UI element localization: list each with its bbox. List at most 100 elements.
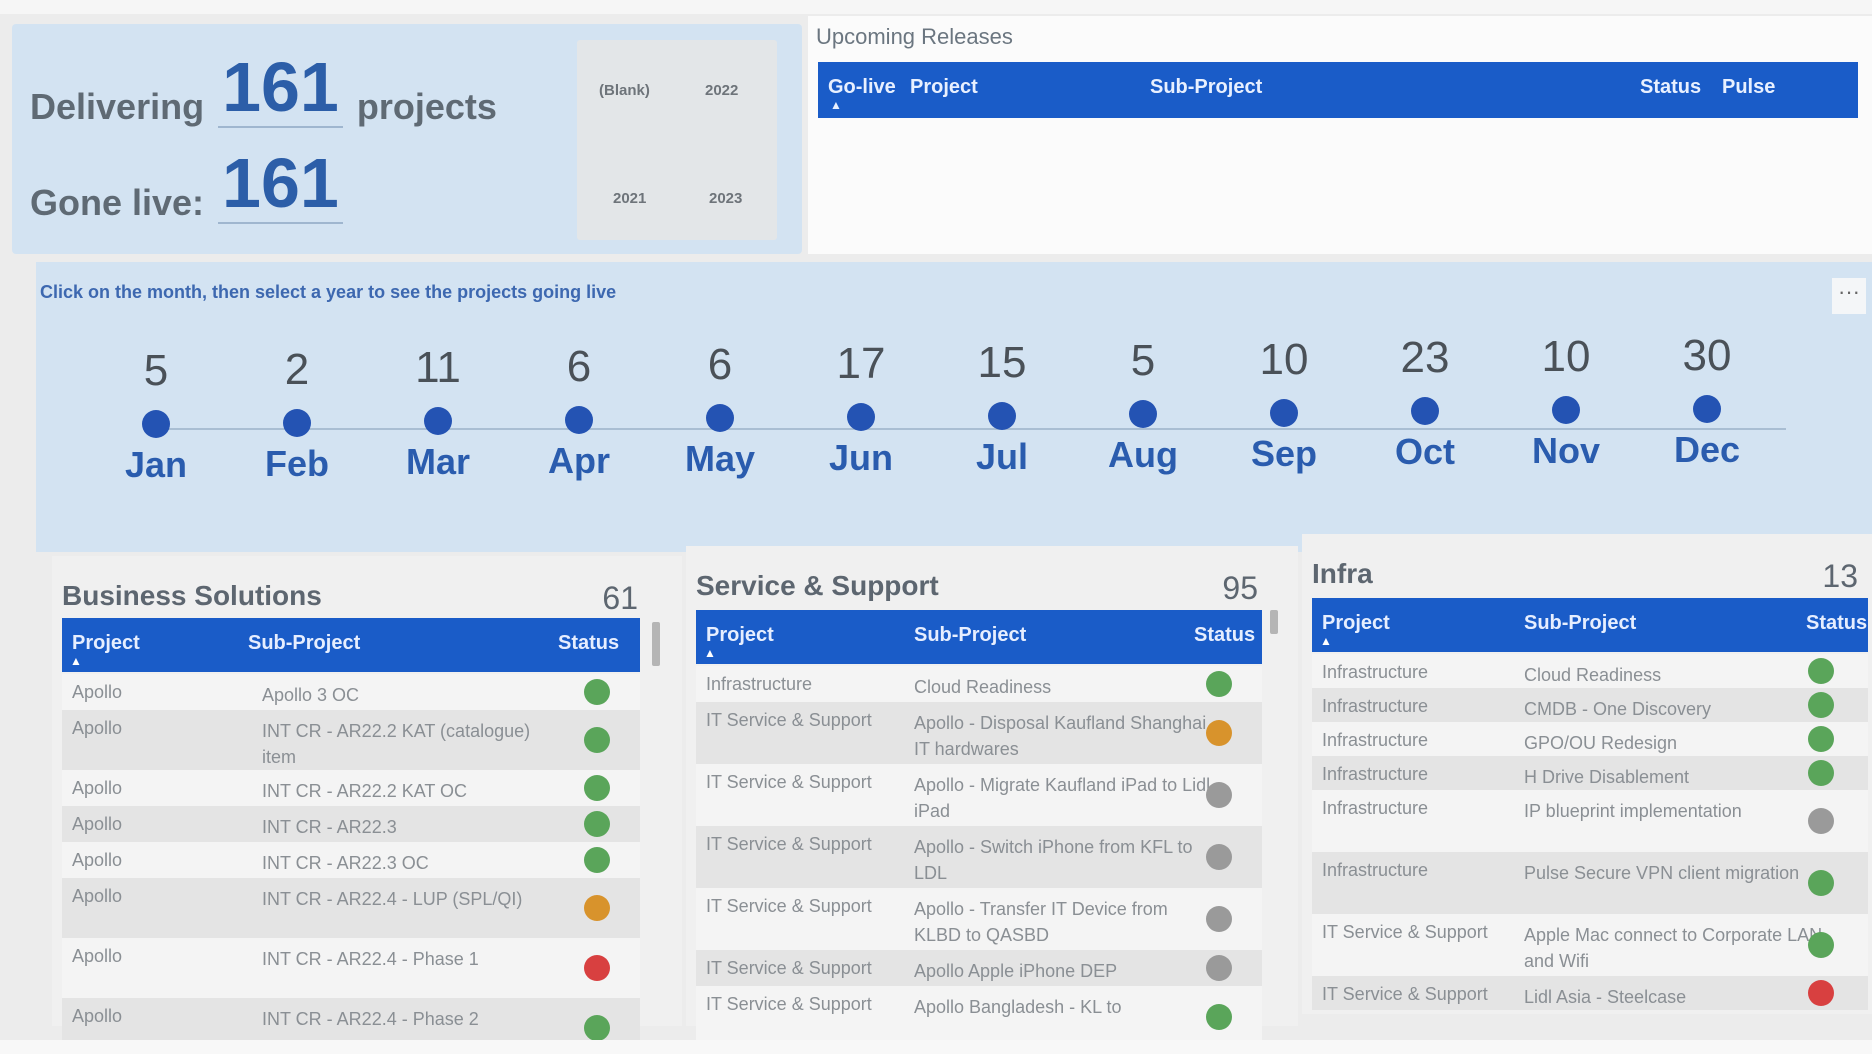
table-row[interactable]: IT Service & Support Lidl Asia - Steelcas…	[1312, 976, 1868, 1010]
col-project[interactable]: Project	[1322, 612, 1390, 635]
month-label: Mar	[405, 441, 471, 483]
table-row[interactable]: Infrastructure Cloud Readiness	[1312, 654, 1868, 688]
col-project[interactable]: Project	[910, 76, 978, 99]
month-dot[interactable]	[1129, 400, 1157, 429]
timeline-month-aug[interactable]: 5 Aug	[1088, 336, 1198, 476]
gone-live-label: Gone live:	[30, 182, 205, 223]
col-go-live[interactable]: Go-live	[828, 76, 896, 99]
timeline-month-mar[interactable]: 11 Mar	[383, 343, 493, 483]
status-dot-icon	[1206, 906, 1232, 932]
year-option-2023[interactable]: 2023	[709, 190, 742, 207]
table-row[interactable]: IT Service & Support Apollo Bangladesh - …	[696, 986, 1262, 1048]
col-sub-project[interactable]: Sub-Project	[914, 624, 1026, 647]
table-row[interactable]: IT Service & Support Apple Mac connect to…	[1312, 914, 1868, 976]
month-project-count: 10	[1541, 332, 1591, 381]
table-row[interactable]: Apollo INT CR - AR22.2 KAT (catalogue) it…	[62, 710, 640, 770]
table-row[interactable]: Infrastructure IP blueprint implementatio…	[1312, 790, 1868, 852]
month-project-count: 6	[566, 341, 592, 391]
timeline-month-jan[interactable]: 5 Jan	[101, 346, 211, 486]
table-row[interactable]: Infrastructure Pulse Secure VPN client mi…	[1312, 852, 1868, 914]
col-sub-project[interactable]: Sub-Project	[1150, 76, 1262, 99]
month-dot[interactable]	[706, 404, 734, 433]
month-dot[interactable]	[847, 403, 875, 431]
timeline-month-feb[interactable]: 2 Feb	[242, 345, 352, 485]
table-row[interactable]: Infrastructure GPO/OU Redesign	[1312, 722, 1868, 756]
cell-project: IT Service & Support	[706, 958, 872, 978]
table-row[interactable]: Infrastructure CMDB - One Discovery	[1312, 688, 1868, 722]
col-sub-project[interactable]: Sub-Project	[1524, 612, 1636, 635]
month-project-count: 10	[1259, 334, 1309, 384]
timeline-month-apr[interactable]: 6 Apr	[524, 342, 634, 482]
cell-sub-project: IP blueprint implementation	[1524, 801, 1742, 821]
table-row[interactable]: IT Service & Support Apollo Apple iPhone …	[696, 950, 1262, 986]
scrollbar-thumb[interactable]	[652, 622, 660, 666]
month-dot[interactable]	[283, 408, 311, 437]
status-dot-icon	[584, 1015, 610, 1041]
timeline-month-dec[interactable]: 30 Dec	[1652, 331, 1762, 471]
year-option-blank[interactable]: (Blank)	[599, 82, 650, 99]
table-row[interactable]: Apollo INT CR - AR22.3	[62, 806, 640, 842]
table-row[interactable]: IT Service & Support Apollo - Switch iPho…	[696, 826, 1262, 888]
month-dot[interactable]	[1411, 397, 1439, 426]
cell-project: Apollo	[72, 682, 123, 702]
col-status[interactable]: Status	[1806, 612, 1867, 635]
month-dot[interactable]	[1693, 394, 1721, 423]
month-dot[interactable]	[424, 407, 452, 436]
month-dot[interactable]	[142, 410, 170, 438]
cell-sub-project: Apollo Apple iPhone DEP	[914, 961, 1118, 981]
timeline-month-jun[interactable]: 17 Jun	[806, 339, 916, 479]
table-row[interactable]: Apollo Apollo 3 OC	[62, 674, 640, 710]
cell-project: IT Service & Support	[706, 896, 872, 916]
cell-sub-project: Cloud Readiness	[914, 677, 1052, 697]
col-status[interactable]: Status	[1194, 624, 1255, 647]
year-option-2021[interactable]: 2021	[613, 190, 646, 207]
col-sub-project[interactable]: Sub-Project	[248, 632, 360, 655]
table-row[interactable]: IT Service & Support Apollo - Migrate Kau…	[696, 764, 1262, 826]
timeline-month-oct[interactable]: 23 Oct	[1370, 333, 1480, 473]
col-project[interactable]: Project	[706, 624, 774, 647]
cell-project: Apollo	[72, 946, 123, 966]
year-option-2022[interactable]: 2022	[705, 82, 738, 99]
gone-live-kpi: Gone live: 161	[30, 148, 357, 224]
cell-sub-project: Lidl Asia - Steelcase	[1524, 987, 1687, 1007]
timeline-month-may[interactable]: 6 May	[665, 340, 775, 480]
table-row[interactable]: Apollo INT CR - AR22.2 KAT OC	[62, 770, 640, 806]
col-pulse[interactable]: Pulse	[1722, 76, 1775, 99]
cell-project: Apollo	[72, 778, 123, 798]
month-label: Dec	[1673, 428, 1741, 470]
month-dot[interactable]	[565, 405, 593, 434]
table-row[interactable]: IT Service & Support Apollo - Disposal Ka…	[696, 702, 1262, 764]
table-header: Project Sub-Project Status ▲	[696, 610, 1262, 664]
table-row[interactable]: Apollo INT CR - AR22.3 OC	[62, 842, 640, 878]
cell-sub-project: Apple Mac connect to Corporate LAN and W…	[1524, 925, 1823, 971]
table-row[interactable]: Apollo INT CR - AR22.4 - Phase 1	[62, 938, 640, 998]
timeline-month-jul[interactable]: 15 Jul	[947, 338, 1057, 478]
table-row[interactable]: Apollo INT CR - AR22.4 - LUP (SPL/QI)	[62, 878, 640, 938]
year-slicer[interactable]: (Blank) 2022 2021 2023	[577, 40, 777, 240]
month-dot[interactable]	[1270, 398, 1298, 427]
more-options-icon[interactable]: ···	[1832, 278, 1866, 314]
cell-sub-project: H Drive Disablement	[1524, 767, 1690, 787]
panel-title: Infra	[1312, 558, 1373, 589]
table-row[interactable]: IT Service & Support Apollo - Transfer IT…	[696, 888, 1262, 950]
timeline-month-nov[interactable]: 10 Nov	[1511, 332, 1621, 472]
table-row[interactable]: Infrastructure H Drive Disablement	[1312, 756, 1868, 790]
table-header: Project Sub-Project Status ▲	[62, 618, 640, 672]
status-dot-icon	[1808, 808, 1834, 834]
month-dot[interactable]	[1552, 396, 1580, 424]
col-status[interactable]: Status	[1640, 76, 1701, 99]
table-row[interactable]: Infrastructure Cloud Readiness	[696, 666, 1262, 702]
panel-title: Service & Support	[696, 570, 939, 601]
month-project-count: 5	[143, 346, 169, 395]
status-dot-icon	[1808, 870, 1834, 896]
scrollbar-thumb[interactable]	[1270, 610, 1278, 634]
status-dot-icon	[1206, 671, 1232, 697]
status-dot-icon	[1808, 726, 1834, 752]
col-project[interactable]: Project	[72, 632, 140, 655]
col-status[interactable]: Status	[558, 632, 619, 655]
timeline-month-sep[interactable]: 10 Sep	[1229, 335, 1339, 475]
status-dot-icon	[584, 847, 610, 873]
month-dot[interactable]	[988, 401, 1016, 430]
status-dot-icon	[584, 955, 610, 981]
status-dot-icon	[584, 811, 610, 837]
